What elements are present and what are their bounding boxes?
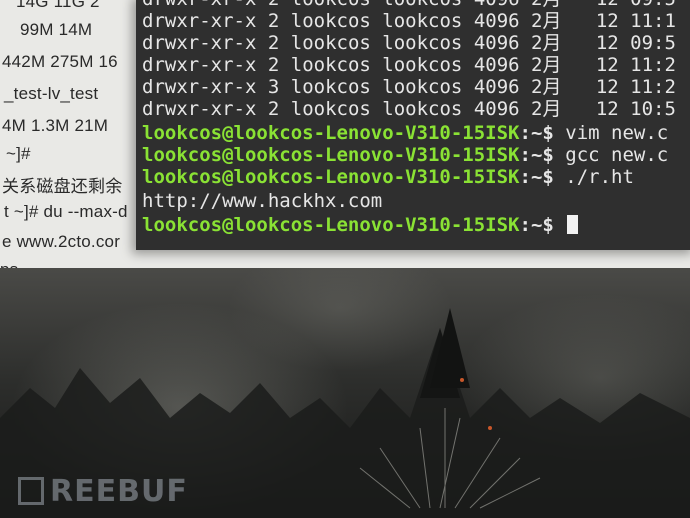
- shell-prompt: lookcos@lookcos-Lenovo-V310-15ISK: [142, 214, 520, 236]
- background-text-line: 关系磁盘还剩余: [2, 177, 123, 196]
- command-text: ./r.ht: [565, 166, 634, 188]
- background-text-line: 14G 11G 2: [16, 0, 100, 11]
- watermark-logo-icon: [18, 477, 44, 505]
- terminal-command-line: lookcos@lookcos-Lenovo-V310-15ISK:~$ gcc…: [142, 144, 669, 166]
- terminal-window[interactable]: drwxr-xr-x 2 lookcos lookcos 4096 2月 12 …: [136, 0, 690, 250]
- background-text-line: _test-lv_test: [4, 84, 99, 103]
- shell-prompt: lookcos@lookcos-Lenovo-V310-15ISK: [142, 166, 520, 188]
- background-text-line: ~]#: [6, 144, 31, 163]
- terminal-listing-row: drwxr-xr-x 3 lookcos lookcos 4096 2月 12 …: [142, 76, 676, 98]
- background-text-line: e www.2cto.cor: [2, 232, 121, 251]
- background-text-line: t ~]# du --max-d: [4, 202, 128, 221]
- terminal-listing-row: drwxr-xr-x 2 lookcos lookcos 4096 2月 12 …: [142, 0, 676, 10]
- watermark: REEBUF: [18, 474, 188, 510]
- shell-prompt: lookcos@lookcos-Lenovo-V310-15ISK: [142, 144, 520, 166]
- background-text-line: 4M 1.3M 21M: [2, 116, 109, 135]
- terminal-listing-row: drwxr-xr-x 2 lookcos lookcos 4096 2月 12 …: [142, 32, 676, 54]
- terminal-command-line: lookcos@lookcos-Lenovo-V310-15ISK:~$ vim…: [142, 122, 669, 144]
- terminal-command-line: lookcos@lookcos-Lenovo-V310-15ISK:~$ ./r…: [142, 166, 634, 188]
- terminal-listing-row: drwxr-xr-x 2 lookcos lookcos 4096 2月 12 …: [142, 54, 676, 76]
- background-text-line: 442M 275M 16: [2, 52, 118, 71]
- background-text-line: 99M 14M: [20, 20, 93, 39]
- terminal-input-line[interactable]: lookcos@lookcos-Lenovo-V310-15ISK:~$: [142, 214, 579, 236]
- command-text: vim new.c: [565, 122, 669, 144]
- command-text: gcc new.c: [565, 144, 669, 166]
- shell-prompt: lookcos@lookcos-Lenovo-V310-15ISK: [142, 122, 520, 144]
- terminal-listing-row: drwxr-xr-x 2 lookcos lookcos 4096 2月 12 …: [142, 98, 676, 120]
- terminal-listing-row: drwxr-xr-x 2 lookcos lookcos 4096 2月 12 …: [142, 10, 676, 32]
- terminal-output: http://www.hackhx.com: [142, 190, 383, 212]
- text-cursor: [567, 215, 579, 234]
